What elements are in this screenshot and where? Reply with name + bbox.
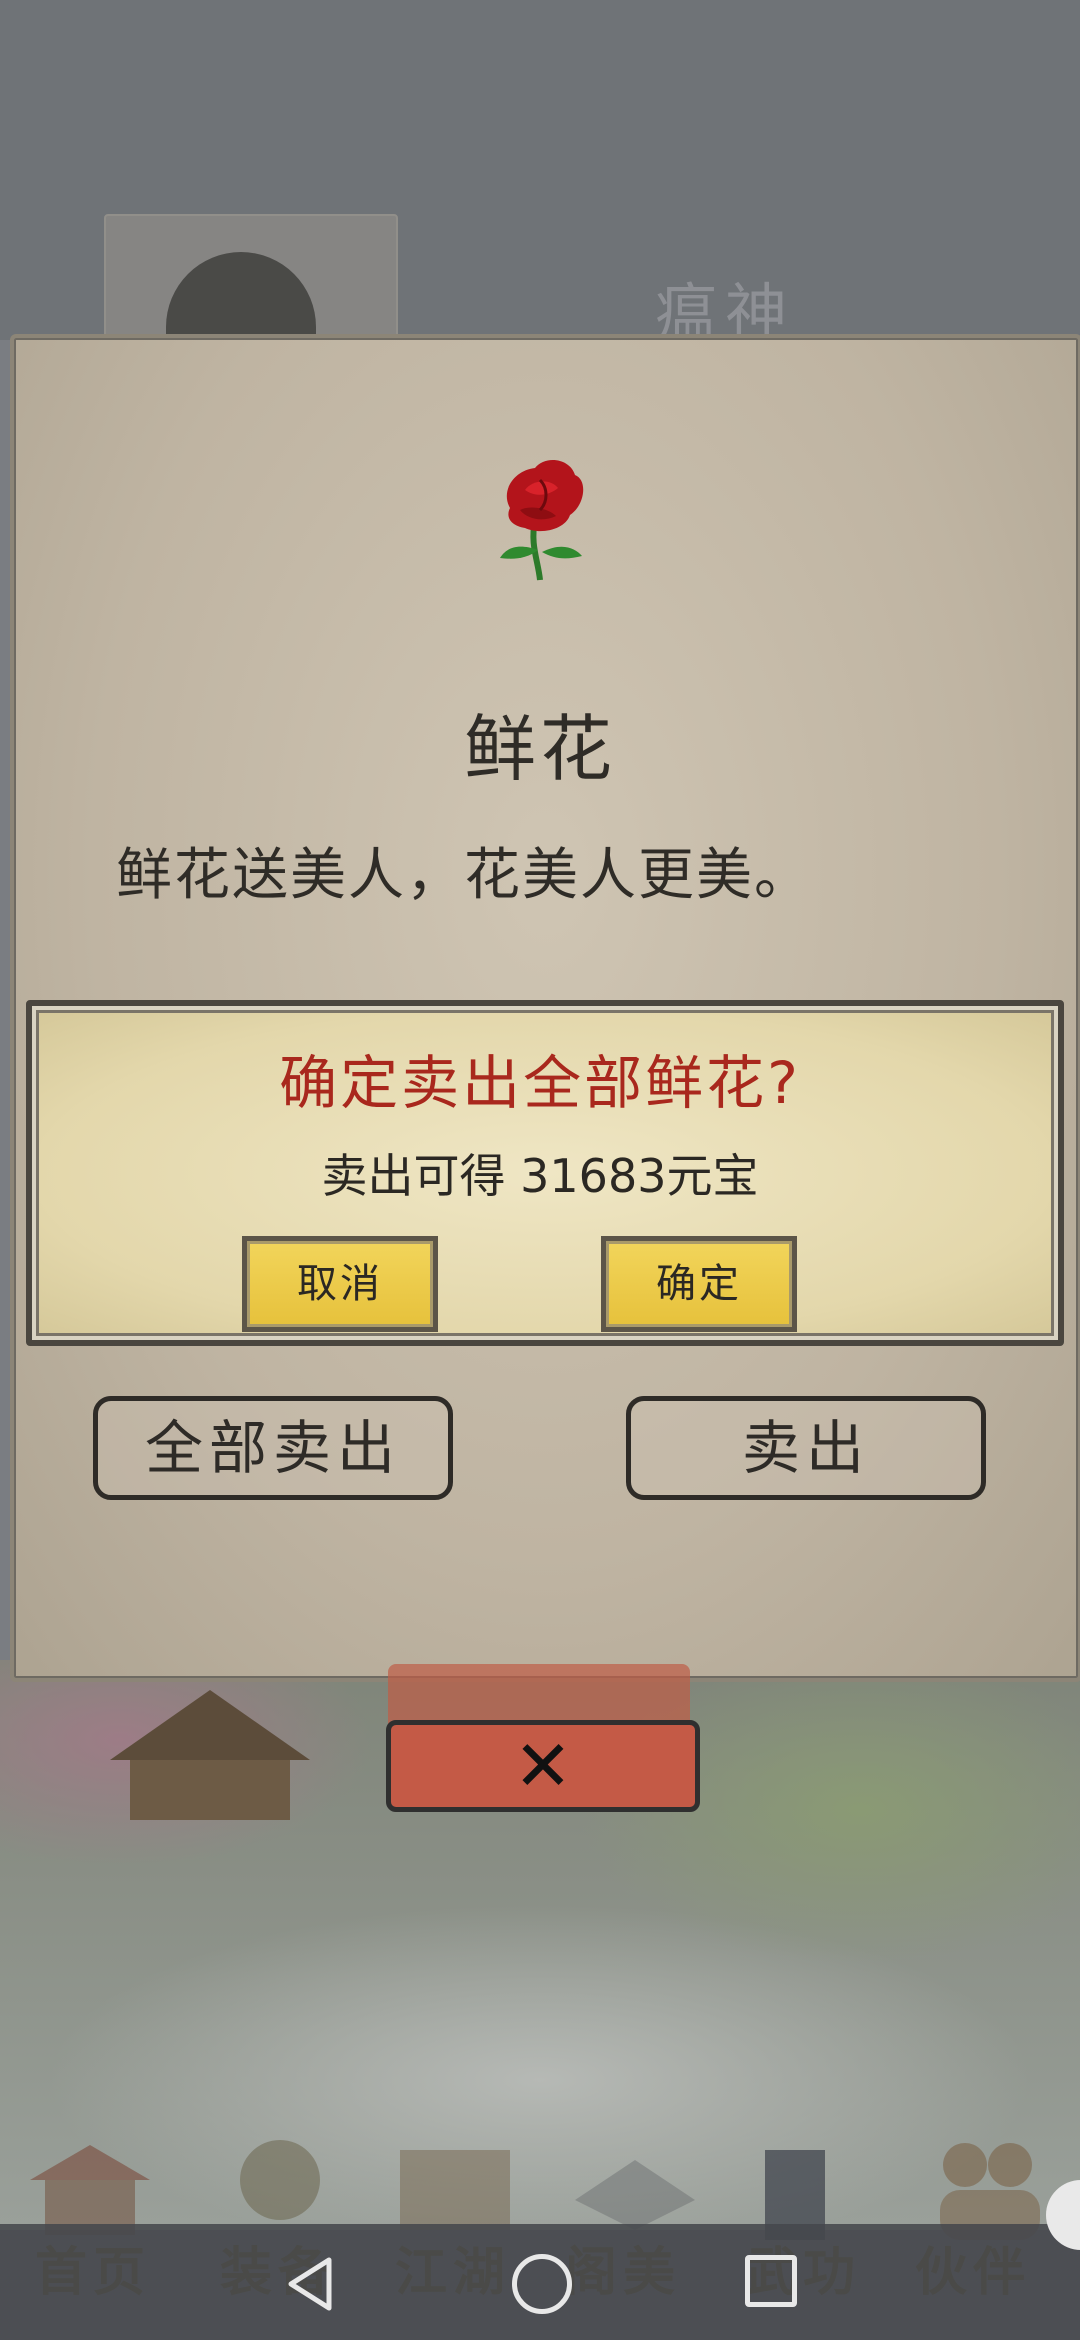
confirm-subtitle: 卖出可得 31683元宝 [321, 1149, 759, 1203]
rose-icon [470, 450, 610, 594]
item-name: 鲜花 [463, 707, 616, 791]
recents-square-icon[interactable] [745, 2255, 797, 2307]
sell-all-button[interactable]: 全部卖出 [93, 1396, 453, 1500]
back-triangle-icon[interactable] [285, 2256, 335, 2316]
home-circle-icon[interactable] [512, 2254, 572, 2314]
hut-illustration [110, 1690, 310, 1820]
cancel-button[interactable]: 取消 [242, 1236, 438, 1332]
sell-button[interactable]: 卖出 [626, 1396, 986, 1500]
confirm-button[interactable]: 确定 [601, 1236, 797, 1332]
close-x-icon: ✕ [513, 1725, 573, 1807]
close-button[interactable]: ✕ [386, 1720, 700, 1812]
item-description: 鲜花送美人，花美人更美。 [116, 843, 812, 908]
confirm-title: 确定卖出全部鲜花? [279, 1049, 801, 1117]
